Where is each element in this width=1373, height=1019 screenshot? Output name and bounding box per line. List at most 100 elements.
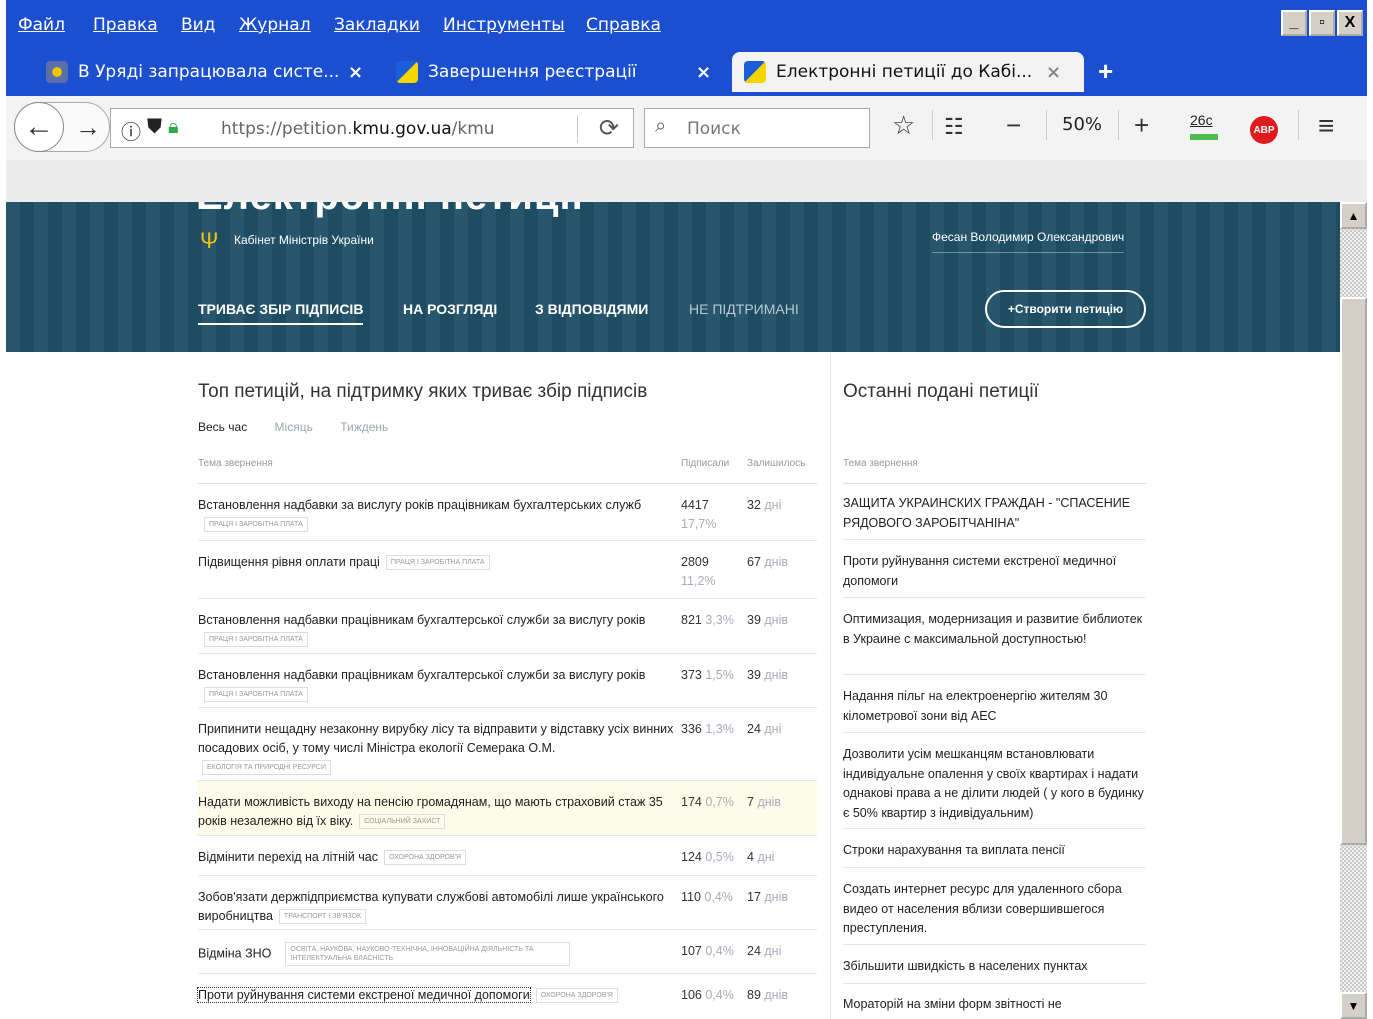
days-left: 39 днів	[747, 611, 788, 630]
url-bar[interactable]: ⓘ ⛊ 🔒︎ https://petition.kmu.gov.ua/kmu ⟳	[110, 108, 634, 148]
petition-row[interactable]: Встановлення надбавки працівникам бухгал…	[198, 599, 817, 654]
petition-title[interactable]: Встановлення надбавки за вислугу років п…	[198, 498, 641, 512]
filter-all-time[interactable]: Весь час	[198, 420, 247, 434]
tab-close-icon[interactable]: ×	[1046, 62, 1061, 83]
petition-title[interactable]: Встановлення надбавки працівникам бухгал…	[198, 668, 645, 682]
petition-tag[interactable]: екологія та природні ресурси	[202, 760, 331, 776]
recent-petition-item[interactable]: Мораторій на зміни форм звітності не	[843, 995, 1146, 1019]
petition-row[interactable]: Підвищення рівня оплати праці праця і зар…	[198, 541, 817, 599]
tab-close-icon[interactable]: ×	[696, 62, 711, 83]
days-unit: днів	[764, 555, 789, 569]
url-text[interactable]: https://petition.kmu.gov.ua/kmu	[221, 119, 495, 139]
menu-tools[interactable]: Инструменты	[443, 15, 565, 35]
menu-file[interactable]: Файл	[18, 15, 65, 35]
petition-row[interactable]: Встановлення надбавки працівникам бухгал…	[198, 654, 817, 708]
minimize-button[interactable]: _	[1281, 10, 1307, 36]
shield-icon[interactable]: ⛊	[147, 116, 162, 145]
petition-row[interactable]: Встановлення надбавки за вислугу років п…	[198, 484, 817, 541]
recent-petition-item[interactable]: ЗАЩИТА УКРАИНСКИХ ГРАЖДАН - "СПАСЕНИЕ РЯ…	[843, 494, 1146, 540]
toolbar-separator	[1298, 110, 1299, 140]
petition-row[interactable]: Проти руйнування системи екстреної медич…	[197, 974, 817, 1019]
recent-petition-item[interactable]: Создать интернет ресурс для удаленного с…	[843, 880, 1146, 945]
top-petitions-title: Топ петицій, на підтримку яких триває зб…	[198, 381, 648, 402]
search-input[interactable]: ⌕ Поиск	[644, 108, 870, 148]
user-name-link[interactable]: Фесан Володимир Олександрович	[932, 230, 1125, 253]
column-signed: Підписали	[681, 458, 730, 469]
info-icon[interactable]: ⓘ	[121, 116, 141, 145]
petition-title[interactable]: Зобов'язати держпідприємства купувати сл…	[198, 890, 664, 923]
filter-month[interactable]: Місяць	[275, 420, 313, 434]
petition-row[interactable]: Припинити нещадну незаконну вирубку лісу…	[198, 708, 817, 781]
zoom-in-button[interactable]: +	[1134, 110, 1149, 141]
site-header: Електронні петиції Ψ Кабінет Міністрів У…	[6, 202, 1340, 352]
recent-petition-item[interactable]: Строки нарахування та виплата пенсії	[843, 841, 1146, 868]
tab-not-supported[interactable]: НЕ ПІДТРИМАНІ	[689, 301, 799, 317]
recent-petition-item[interactable]: Проти руйнування системи екстреної медич…	[843, 552, 1146, 598]
tab-registration[interactable]: Завершення реєстрації ×	[396, 52, 726, 92]
close-window-button[interactable]: X	[1337, 10, 1363, 36]
reload-icon[interactable]: ⟳	[599, 114, 619, 143]
petition-tag[interactable]: праця і заробітна плата	[204, 517, 308, 533]
lock-icon[interactable]: 🔒︎	[168, 116, 179, 145]
tab-close-icon[interactable]: ×	[348, 62, 363, 83]
petition-tag[interactable]: охорона здоров'я	[535, 988, 618, 1004]
zoom-out-button[interactable]: −	[1006, 110, 1021, 141]
forward-arrow-icon[interactable]: →	[75, 112, 101, 143]
restore-button[interactable]: ▫	[1309, 10, 1335, 36]
scroll-up-icon[interactable]: ▲	[1340, 202, 1367, 229]
petition-tag[interactable]: праця і заробітна плата	[204, 632, 308, 648]
hamburger-menu-icon[interactable]: ≡	[1318, 110, 1334, 142]
days-unit: дні	[764, 944, 782, 958]
signatures: 821 3,3%	[681, 611, 741, 630]
petition-tag[interactable]: праця і заробітна плата	[385, 555, 490, 571]
gov-name-link[interactable]: Кабінет Міністрів України	[234, 233, 374, 247]
create-petition-button[interactable]: +Створити петицію	[985, 290, 1146, 328]
days-left-count: 17	[747, 890, 761, 904]
tab-answered[interactable]: З ВІДПОВІДЯМИ	[535, 301, 648, 317]
filter-week[interactable]: Тиждень	[340, 420, 388, 434]
zoom-level[interactable]: 50%	[1062, 114, 1102, 135]
tab-collecting[interactable]: ТРИВАЄ ЗБІР ПІДПИСІВ	[198, 301, 364, 325]
page-scrollbar[interactable]: ▲ ▼	[1340, 202, 1367, 1019]
petition-title[interactable]: Підвищення рівня оплати праці	[198, 555, 380, 569]
petition-row[interactable]: Зобов'язати держпідприємства купувати сл…	[198, 876, 817, 930]
recent-petition-item[interactable]: Надання пільг на електроенергію жителям …	[843, 687, 1146, 733]
petition-tag[interactable]: транспорт і зв'язок	[278, 909, 367, 925]
menu-view[interactable]: Вид	[181, 15, 215, 35]
signed-percent: 0,4%	[704, 890, 733, 904]
menu-help[interactable]: Справка	[586, 15, 661, 35]
recent-petition-item[interactable]: Оптимизация, модернизация и развитие биб…	[843, 610, 1146, 675]
petition-tag[interactable]: освіта, наукова, науково-технічна, іннов…	[285, 942, 571, 966]
petition-row[interactable]: Відміна ЗНО освіта, наукова, науково-техн…	[198, 930, 817, 974]
back-arrow-icon[interactable]: ←	[14, 102, 64, 152]
petition-tag[interactable]: праця і заробітна плата	[204, 687, 308, 703]
site-title: Електронні петиції	[196, 202, 584, 219]
trident-logo-icon[interactable]: Ψ	[200, 228, 218, 254]
tab-government[interactable]: В Уряді запрацювала систе... ×	[46, 52, 376, 92]
petition-title[interactable]: Відмінити перехід на літній час	[198, 850, 378, 864]
new-tab-button[interactable]: +	[1098, 56, 1113, 87]
days-unit: днів	[764, 613, 789, 627]
menu-bookmarks[interactable]: Закладки	[334, 15, 420, 35]
petition-tag[interactable]: охорона здоров'я	[383, 850, 467, 866]
menu-edit[interactable]: Правка	[93, 15, 158, 35]
signed-count: 174	[681, 795, 702, 809]
petition-row[interactable]: Відмінити перехід на літній час охорона з…	[198, 836, 817, 876]
petition-title[interactable]: Проти руйнування системи екстреної медич…	[197, 987, 531, 1003]
scroll-down-icon[interactable]: ▼	[1340, 992, 1367, 1019]
petition-tag[interactable]: соціальний захист	[359, 814, 446, 830]
tab-under-review[interactable]: НА РОЗГЛЯДІ	[403, 301, 497, 317]
recent-petition-item[interactable]: Дозволити усім мешканцям встановлювати і…	[843, 745, 1146, 829]
petition-row[interactable]: Надати можливість виходу на пенсію грома…	[198, 781, 817, 836]
petition-title[interactable]: Припинити нещадну незаконну вирубку лісу…	[198, 722, 673, 755]
recent-petition-item[interactable]: Збільшити швидкість в населених пунктах	[843, 957, 1146, 984]
weather-widget[interactable]: 26c	[1190, 112, 1213, 128]
petition-title[interactable]: Відміна ЗНО	[198, 946, 271, 960]
bookmark-star-icon[interactable]: ☆	[892, 110, 915, 141]
menu-history[interactable]: Журнал	[239, 15, 311, 35]
reading-list-icon[interactable]: ☷	[944, 114, 964, 140]
petition-title[interactable]: Встановлення надбавки працівникам бухгал…	[198, 613, 645, 627]
adblock-icon[interactable]: ABP	[1250, 116, 1278, 144]
tab-petitions[interactable]: Електронні петиції до Кабі... ×	[732, 52, 1084, 92]
scroll-thumb[interactable]	[1340, 297, 1367, 845]
